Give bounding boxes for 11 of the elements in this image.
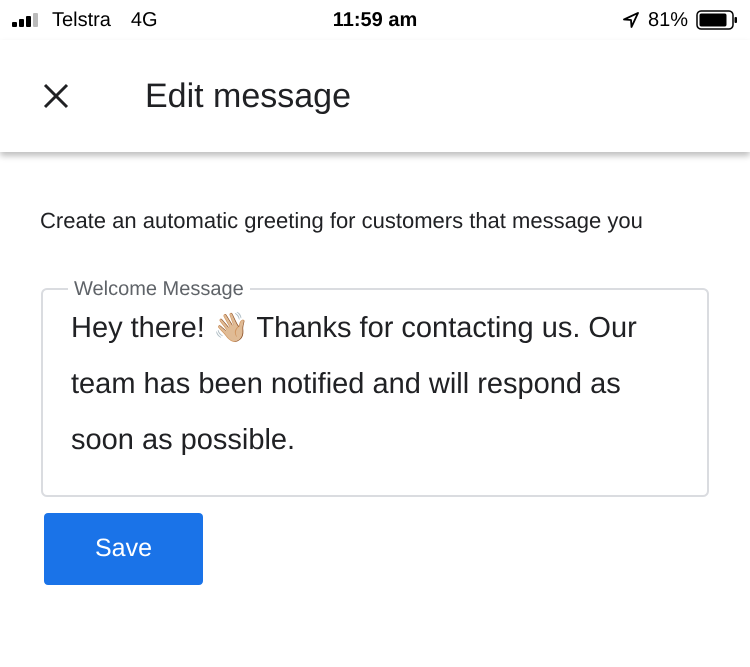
clock: 11:59 am	[332, 8, 418, 33]
battery-percent: 81%	[648, 8, 688, 33]
description-text: Create an automatic greeting for customers that message you	[40, 207, 644, 235]
carrier-name: Telstra	[52, 8, 111, 33]
network-type: 4G	[130, 8, 158, 33]
page-title: Edit message	[145, 76, 351, 116]
field-label: Welcome Message	[73, 277, 245, 302]
save-button[interactable]: Save	[44, 513, 203, 585]
close-icon	[42, 82, 70, 110]
location-arrow-icon	[622, 11, 640, 29]
battery-icon	[696, 10, 738, 30]
